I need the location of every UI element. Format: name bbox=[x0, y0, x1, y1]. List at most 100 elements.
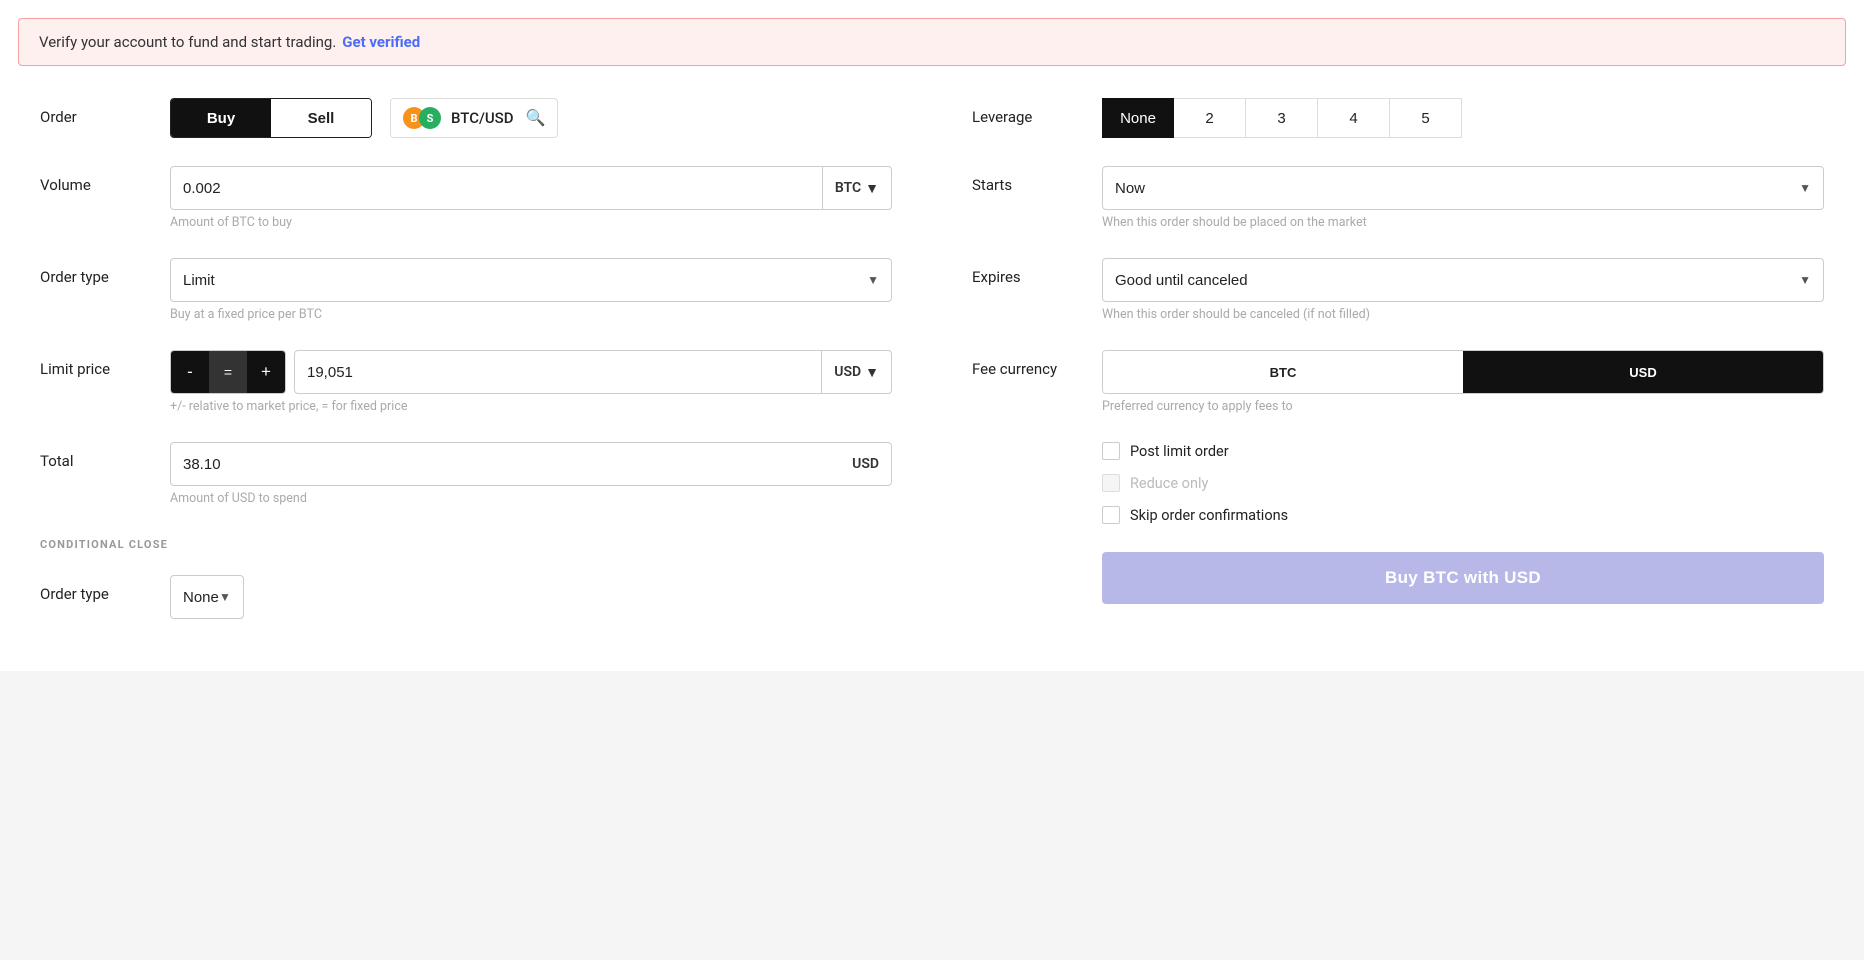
pair-label: BTC/USD bbox=[451, 109, 514, 127]
main-container: Verify your account to fund and start tr… bbox=[0, 0, 1864, 671]
skip-confirmations-label: Skip order confirmations bbox=[1130, 507, 1288, 524]
volume-currency[interactable]: BTC ▼ bbox=[822, 167, 891, 209]
fee-btc-btn[interactable]: BTC bbox=[1103, 351, 1463, 393]
form-area: Order Buy Sell B S BTC/USD bbox=[0, 66, 1864, 671]
buy-button-toggle[interactable]: Buy bbox=[171, 99, 271, 137]
leverage-3[interactable]: 3 bbox=[1246, 98, 1318, 138]
conditional-order-row: Order type None ▼ bbox=[40, 575, 244, 619]
total-controls: USD Amount of USD to spend bbox=[170, 442, 892, 506]
volume-hint: Amount of BTC to buy bbox=[170, 215, 892, 230]
conditional-order-label: Order type bbox=[40, 575, 170, 603]
order-type-row: Buy Sell B S BTC/USD 🔍 bbox=[170, 98, 892, 138]
leverage-row: Leverage None 2 3 4 5 bbox=[972, 98, 1824, 138]
volume-currency-arrow: ▼ bbox=[865, 180, 879, 197]
starts-select-wrap[interactable]: Now ▼ bbox=[1102, 166, 1824, 210]
volume-input-wrap: BTC ▼ bbox=[170, 166, 892, 210]
post-limit-checkbox[interactable] bbox=[1102, 442, 1120, 460]
order-row: Order Buy Sell B S BTC/USD bbox=[40, 98, 892, 138]
banner-text: Verify your account to fund and start tr… bbox=[39, 33, 336, 51]
limit-price-hint: +/- relative to market price, = for fixe… bbox=[170, 399, 892, 414]
reduce-only-label: Reduce only bbox=[1130, 475, 1208, 492]
volume-input[interactable] bbox=[171, 180, 822, 197]
order-label: Order bbox=[40, 98, 170, 126]
leverage-none[interactable]: None bbox=[1102, 98, 1174, 138]
sign-buttons: - = + bbox=[170, 350, 286, 394]
fee-currency-row: Fee currency BTC USD Preferred currency … bbox=[972, 350, 1824, 414]
conditional-order-select[interactable]: None bbox=[183, 589, 219, 606]
limit-price-currency[interactable]: USD ▼ bbox=[821, 351, 891, 393]
order-type-select[interactable]: Limit bbox=[183, 272, 867, 289]
left-column: Order Buy Sell B S BTC/USD bbox=[40, 98, 892, 647]
limit-price-input-wrap: USD ▼ bbox=[294, 350, 892, 394]
expires-row: Expires Good until canceled ▼ When this … bbox=[972, 258, 1824, 322]
leverage-2[interactable]: 2 bbox=[1174, 98, 1246, 138]
conditional-close-section: Conditional Close Order type None ▼ bbox=[40, 534, 892, 619]
post-limit-row: Post limit order bbox=[1102, 442, 1824, 460]
total-hint: Amount of USD to spend bbox=[170, 491, 892, 506]
conditional-order-controls: None ▼ bbox=[170, 575, 244, 619]
skip-confirmations-checkbox[interactable] bbox=[1102, 506, 1120, 524]
conditional-order-arrow: ▼ bbox=[219, 590, 231, 604]
limit-price-currency-arrow: ▼ bbox=[865, 364, 879, 381]
expires-select-wrap[interactable]: Good until canceled ▼ bbox=[1102, 258, 1824, 302]
leverage-group: None 2 3 4 5 bbox=[1102, 98, 1824, 138]
expires-controls: Good until canceled ▼ When this order sh… bbox=[1102, 258, 1824, 322]
total-input[interactable] bbox=[171, 456, 840, 473]
post-limit-label: Post limit order bbox=[1130, 443, 1229, 460]
starts-row: Starts Now ▼ When this order should be p… bbox=[972, 166, 1824, 230]
order-type-select-wrap[interactable]: Limit ▼ bbox=[170, 258, 892, 302]
skip-confirmations-row: Skip order confirmations bbox=[1102, 506, 1824, 524]
total-row: Total USD Amount of USD to spend bbox=[40, 442, 892, 506]
pair-selector[interactable]: B S BTC/USD 🔍 bbox=[390, 98, 558, 138]
starts-hint: When this order should be placed on the … bbox=[1102, 215, 1824, 230]
buy-btc-button[interactable]: Buy BTC with USD bbox=[1102, 552, 1824, 604]
total-input-wrap: USD bbox=[170, 442, 892, 486]
fee-toggle: BTC USD bbox=[1102, 350, 1824, 394]
volume-row: Volume BTC ▼ Amount of BTC to buy bbox=[40, 166, 892, 230]
fee-usd-btn[interactable]: USD bbox=[1463, 351, 1823, 393]
limit-price-row: Limit price - = + USD ▼ bbox=[40, 350, 892, 414]
fee-currency-label: Fee currency bbox=[972, 350, 1102, 378]
leverage-label: Leverage bbox=[972, 98, 1102, 126]
fee-currency-controls: BTC USD Preferred currency to apply fees… bbox=[1102, 350, 1824, 414]
reduce-only-row: Reduce only bbox=[1102, 474, 1824, 492]
plus-button[interactable]: + bbox=[247, 351, 285, 393]
equal-button[interactable]: = bbox=[209, 351, 247, 393]
order-type-arrow: ▼ bbox=[867, 273, 879, 287]
right-column: Leverage None 2 3 4 5 Starts bbox=[972, 98, 1824, 647]
expires-select[interactable]: Good until canceled bbox=[1115, 272, 1799, 289]
total-currency: USD bbox=[840, 443, 891, 485]
get-verified-link[interactable]: Get verified bbox=[342, 33, 420, 51]
sell-button-toggle[interactable]: Sell bbox=[271, 99, 371, 137]
limit-price-input[interactable] bbox=[295, 364, 821, 381]
starts-label: Starts bbox=[972, 166, 1102, 194]
usd-icon: S bbox=[419, 107, 441, 129]
order-type-controls: Limit ▼ Buy at a fixed price per BTC bbox=[170, 258, 892, 322]
conditional-order-select-wrap[interactable]: None ▼ bbox=[170, 575, 244, 619]
leverage-5[interactable]: 5 bbox=[1390, 98, 1462, 138]
checkboxes-section: Post limit order Reduce only Skip order … bbox=[1102, 442, 1824, 604]
expires-hint: When this order should be canceled (if n… bbox=[1102, 307, 1824, 322]
conditional-close-heading: Conditional Close bbox=[40, 538, 168, 551]
total-label: Total bbox=[40, 442, 170, 470]
minus-button[interactable]: - bbox=[171, 351, 209, 393]
starts-select[interactable]: Now bbox=[1115, 180, 1799, 197]
order-type-hint: Buy at a fixed price per BTC bbox=[170, 307, 892, 322]
volume-label: Volume bbox=[40, 166, 170, 194]
pair-icons: B S bbox=[403, 107, 441, 129]
order-controls: Buy Sell B S BTC/USD 🔍 bbox=[170, 98, 892, 138]
expires-arrow: ▼ bbox=[1799, 273, 1811, 287]
fee-currency-hint: Preferred currency to apply fees to bbox=[1102, 399, 1824, 414]
leverage-4[interactable]: 4 bbox=[1318, 98, 1390, 138]
limit-price-label: Limit price bbox=[40, 350, 170, 378]
order-type-label: Order type bbox=[40, 258, 170, 286]
limit-price-controls: - = + USD ▼ bbox=[170, 350, 892, 394]
starts-controls: Now ▼ When this order should be placed o… bbox=[1102, 166, 1824, 230]
order-type-row-main: Order type Limit ▼ Buy at a fixed price … bbox=[40, 258, 892, 322]
pair-search-button[interactable]: 🔍 bbox=[526, 108, 546, 128]
reduce-only-checkbox bbox=[1102, 474, 1120, 492]
leverage-controls: None 2 3 4 5 bbox=[1102, 98, 1824, 138]
buy-sell-toggle: Buy Sell bbox=[170, 98, 372, 138]
verify-banner: Verify your account to fund and start tr… bbox=[18, 18, 1846, 66]
expires-label: Expires bbox=[972, 258, 1102, 286]
